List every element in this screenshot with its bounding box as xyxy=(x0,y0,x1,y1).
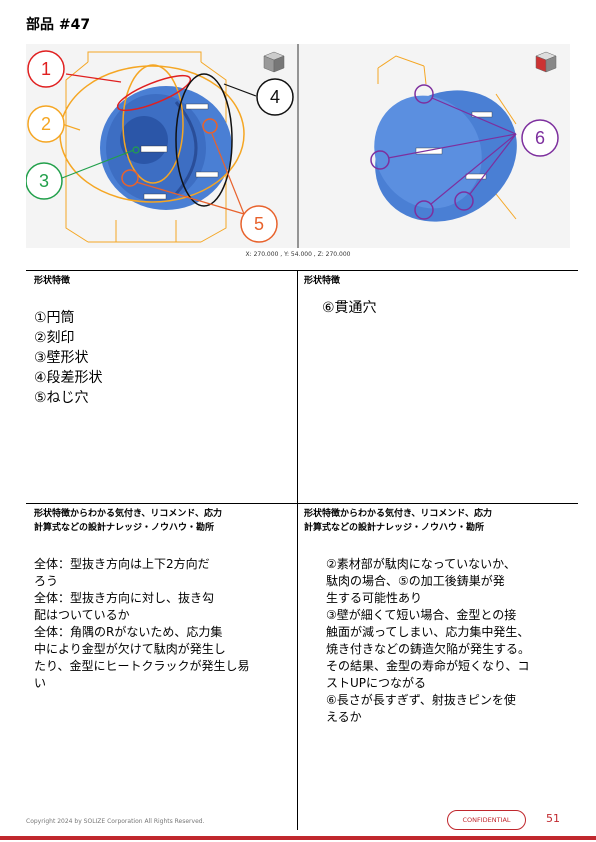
page-number: 51 xyxy=(546,812,560,825)
confidential-badge: CONFIDENTIAL xyxy=(447,810,526,830)
view-cube-left-icon xyxy=(263,51,285,73)
coordinate-readout: X: 270.000 , Y: 54.000 , Z: 270.000 xyxy=(245,251,351,258)
grid-line-top xyxy=(26,270,578,271)
footer-accent-bar xyxy=(0,836,596,840)
header-line: 計算式などの設計ナレッジ・ノウハウ・勘所 xyxy=(304,523,485,533)
callout-5-label: 5 xyxy=(254,214,264,234)
right-knowhow-text: ②素材部が駄肉になっていないか、 駄肉の場合、⑤の加工後鋳巣が発 生する可能性あ… xyxy=(326,557,531,724)
list-item: ①円筒 xyxy=(34,310,75,326)
callout-2-label: 2 xyxy=(41,114,51,134)
list-item: ⑤ねじ穴 xyxy=(34,390,89,406)
shape-features-list-left: ①円筒 ②刻印 ③壁形状 ④段差形状 ⑤ねじ穴 xyxy=(34,308,103,408)
left-bottom-header: 形状特徴からわかる気付き、リコメンド、応力 計算式などの設計ナレッジ・ノウハウ・… xyxy=(34,507,294,535)
callout-3-label: 3 xyxy=(39,171,49,191)
list-item: ②刻印 xyxy=(34,330,75,346)
left-knowhow-text: 全体：型抜き方向は上下2方向だ ろう 全体：型抜き方向に対し、抜き勾 配はついて… xyxy=(34,557,250,690)
header-line: 計算式などの設計ナレッジ・ノウハウ・勘所 xyxy=(34,523,215,533)
list-item: ④段差形状 xyxy=(34,370,103,386)
page-title: 部品 #47 xyxy=(26,17,91,33)
cad-viewport[interactable]: 1 2 3 4 5 6 xyxy=(26,44,570,248)
list-item: ⑥貫通穴 xyxy=(322,300,377,316)
grid-line-vertical xyxy=(297,270,298,830)
callout-4-label: 4 xyxy=(270,87,280,107)
header-line: 形状特徴からわかる気付き、リコメンド、応力 xyxy=(304,509,493,519)
cad-view-drawing: 1 2 3 4 5 6 xyxy=(26,44,559,248)
header-line: 形状特徴からわかる気付き、リコメンド、応力 xyxy=(34,509,223,519)
right-top-header: 形状特徴 xyxy=(304,276,341,286)
callout-6-label: 6 xyxy=(535,128,545,148)
left-top-header: 形状特徴 xyxy=(34,276,71,286)
list-item: ③壁形状 xyxy=(34,350,89,366)
view-cube-right-icon xyxy=(535,51,557,73)
right-view xyxy=(370,51,557,222)
shape-features-list-right: ⑥貫通穴 xyxy=(322,298,377,318)
grid-line-middle xyxy=(26,503,578,504)
part-bore xyxy=(120,116,168,164)
right-bottom-header: 形状特徴からわかる気付き、リコメンド、応力 計算式などの設計ナレッジ・ノウハウ・… xyxy=(304,507,572,535)
callout-1-label: 1 xyxy=(41,59,51,79)
copyright-text: Copyright 2024 by SOLIZE Corporation All… xyxy=(26,818,205,825)
